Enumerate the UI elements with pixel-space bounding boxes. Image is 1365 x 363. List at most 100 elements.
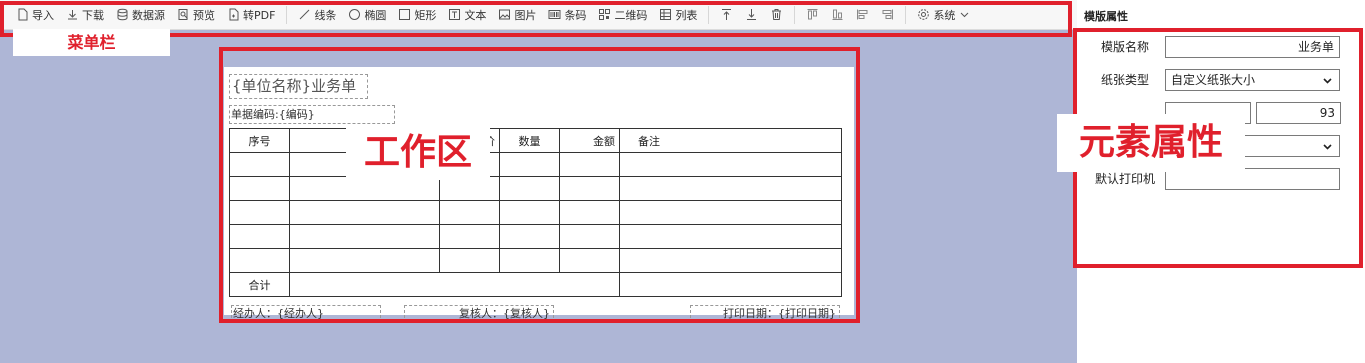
align-bottom-button[interactable] <box>825 4 850 26</box>
paper-type-value: 自定义纸张大小 <box>1171 73 1256 87</box>
table-cell <box>559 224 620 249</box>
chevron-down-icon <box>958 8 971 21</box>
paper-type-select[interactable]: 自定义纸张大小 <box>1165 69 1340 91</box>
table-cell <box>559 152 620 177</box>
align-left-button[interactable] <box>850 4 875 26</box>
download-icon <box>66 8 79 21</box>
import-button[interactable]: 导入 <box>10 4 60 26</box>
code-text: 单据编码:{编码} <box>231 108 315 121</box>
table-cell <box>289 176 440 201</box>
system-menu-button[interactable]: 系统 <box>911 4 977 26</box>
workspace: {单位名称}业务单 单据编码:{编码} 序号 名称 单价 数量 金额 备注 合计 <box>0 30 1077 363</box>
table-cell <box>619 272 842 297</box>
line-tool-button[interactable]: 线条 <box>292 4 342 26</box>
table-cell <box>229 248 290 273</box>
toolbar-divider <box>286 5 288 24</box>
datasource-button[interactable]: 数据源 <box>110 4 171 26</box>
preview-icon <box>177 8 190 21</box>
move-top-button[interactable] <box>714 4 739 26</box>
table-cell <box>439 248 500 273</box>
qrcode-tool-button[interactable]: 二维码 <box>592 4 653 26</box>
preview-button[interactable]: 预览 <box>171 4 221 26</box>
align-right-icon <box>881 8 894 21</box>
text-label: 文本 <box>464 8 487 22</box>
qrcode-label: 二维码 <box>614 8 648 22</box>
barcode-tool-button[interactable]: 条码 <box>542 4 592 26</box>
header-index: 序号 <box>229 128 290 153</box>
pdf-icon <box>227 8 240 21</box>
line-label: 线条 <box>314 8 337 22</box>
print-date-text: 打印日期：{打印日期} <box>723 307 836 320</box>
paper-height-input[interactable]: 93 <box>1256 102 1341 124</box>
template-paper[interactable]: {单位名称}业务单 单据编码:{编码} 序号 名称 单价 数量 金额 备注 合计 <box>224 67 854 323</box>
table-cell <box>229 152 290 177</box>
menu-bar-annotation: 菜单栏 <box>13 29 170 56</box>
table-cell <box>289 224 440 249</box>
template-name-input[interactable]: 业务单 <box>1165 36 1340 58</box>
properties-title: 模版属性 <box>1084 10 1128 23</box>
align-top-icon <box>806 8 819 21</box>
list-tool-button[interactable]: 列表 <box>653 4 703 26</box>
rectangle-tool-button[interactable]: 矩形 <box>392 4 442 26</box>
reviewer-element[interactable]: 复核人：{复核人} <box>404 305 554 323</box>
print-date-element[interactable]: 打印日期：{打印日期} <box>690 305 840 323</box>
title-element[interactable]: {单位名称}业务单 <box>229 74 368 99</box>
arrow-down-icon <box>745 8 758 21</box>
table-cell <box>499 200 560 225</box>
table-icon <box>659 8 672 21</box>
to-pdf-button[interactable]: 转PDF <box>221 4 281 26</box>
table-total-row: 合计 <box>229 272 842 297</box>
arrow-up-icon <box>720 8 733 21</box>
preview-label: 预览 <box>193 8 215 22</box>
toolbar-divider <box>794 5 796 24</box>
table-cell <box>289 200 440 225</box>
table-cell <box>499 176 560 201</box>
text-tool-button[interactable]: 文本 <box>442 4 492 26</box>
text-icon <box>448 8 461 21</box>
table-cell <box>439 200 500 225</box>
image-tool-button[interactable]: 图片 <box>492 4 542 26</box>
toolbar-divider <box>905 5 907 24</box>
table-cell <box>229 176 290 201</box>
download-button[interactable]: 下载 <box>60 4 110 26</box>
header-remark: 备注 <box>619 128 842 153</box>
table-cell <box>229 224 290 249</box>
table-cell <box>559 200 620 225</box>
table-row <box>229 152 842 177</box>
database-icon <box>116 8 129 21</box>
line-icon <box>298 8 311 21</box>
table-cell <box>289 248 440 273</box>
list-label: 列表 <box>675 8 698 22</box>
element-props-annotation: 元素属性 <box>1057 114 1245 172</box>
trash-icon <box>770 8 783 21</box>
barcode-icon <box>548 8 561 21</box>
qrcode-icon <box>598 8 611 21</box>
header-qty: 数量 <box>499 128 560 153</box>
table-cell <box>499 224 560 249</box>
table-cell <box>619 248 842 273</box>
delete-button[interactable] <box>764 4 789 26</box>
table-header-row: 序号 名称 单价 数量 金额 备注 <box>229 128 842 153</box>
table-cell <box>619 176 842 201</box>
align-right-button[interactable] <box>875 4 900 26</box>
properties-panel: 模版属性 模版名称 业务单 纸张类型 自定义纸张大小 93 默认打印机 <box>1077 0 1365 363</box>
items-table[interactable]: 序号 名称 单价 数量 金额 备注 合计 <box>229 128 842 297</box>
table-cell <box>229 200 290 225</box>
file-icon <box>16 8 29 21</box>
barcode-label: 条码 <box>564 8 587 22</box>
code-element[interactable]: 单据编码:{编码} <box>229 105 395 124</box>
toolbar-divider <box>708 5 710 24</box>
table-row <box>229 200 842 225</box>
table-cell <box>499 152 560 177</box>
ellipse-tool-button[interactable]: 椭圆 <box>342 4 392 26</box>
total-label: 合计 <box>229 272 290 297</box>
table-cell <box>559 248 620 273</box>
download-label: 下载 <box>82 8 104 22</box>
align-top-button[interactable] <box>800 4 825 26</box>
move-bottom-button[interactable] <box>739 4 764 26</box>
table-cell <box>619 152 842 177</box>
handler-element[interactable]: 经办人：{经办人} <box>231 305 381 323</box>
image-icon <box>498 8 511 21</box>
template-name-label: 模版名称 <box>1100 40 1149 54</box>
table-cell <box>289 272 620 297</box>
